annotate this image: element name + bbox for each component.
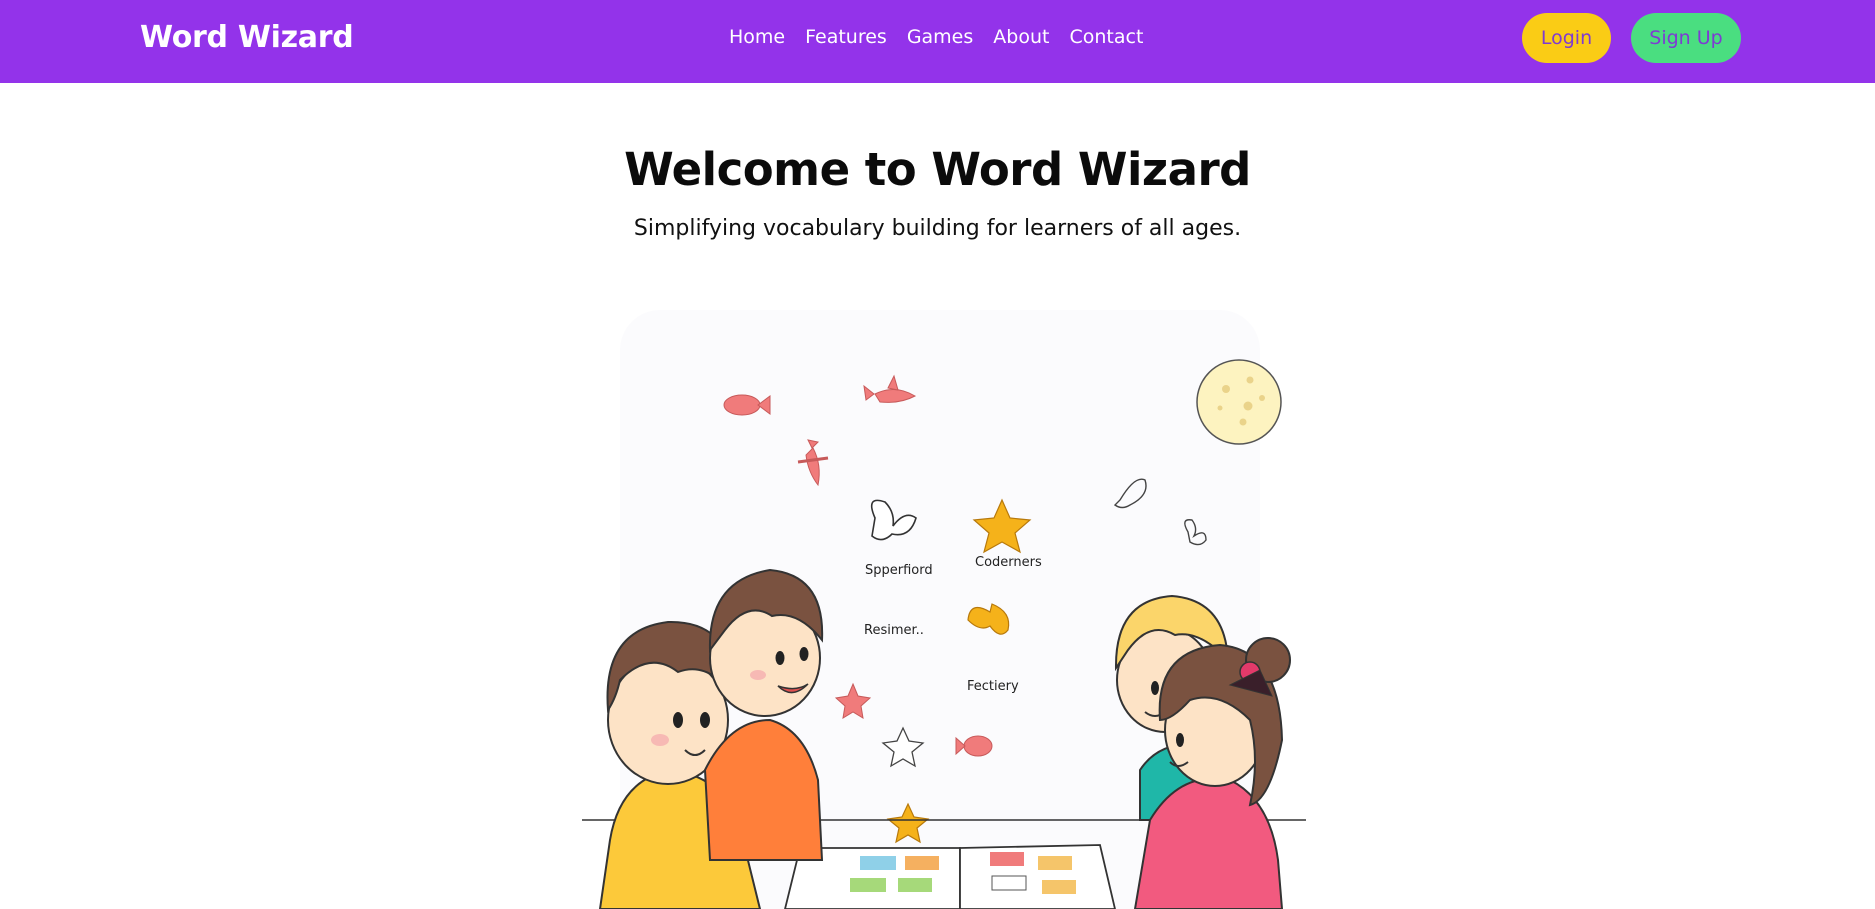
word-label: Fectiery: [967, 679, 1019, 694]
nav-contact[interactable]: Contact: [1069, 26, 1143, 48]
word-label: Spperfiord: [865, 563, 933, 578]
word-label: Resimer..: [864, 623, 924, 638]
open-book: [784, 844, 1116, 909]
nav-about[interactable]: About: [993, 26, 1049, 48]
login-button[interactable]: Login: [1522, 13, 1611, 63]
hero-title: Welcome to Word Wizard: [624, 143, 1251, 196]
nav-home[interactable]: Home: [729, 26, 785, 48]
kids-reading-illustration: Spperfiord Coderners Resimer.. Fectiery: [582, 310, 1306, 909]
hero-illustration: Spperfiord Coderners Resimer.. Fectiery: [560, 300, 1320, 909]
nav-features[interactable]: Features: [805, 26, 887, 48]
top-navbar: Word Wizard Home Features Games About Co…: [0, 0, 1875, 83]
nav-games[interactable]: Games: [907, 26, 973, 48]
signup-button[interactable]: Sign Up: [1631, 13, 1741, 63]
hero-subtitle: Simplifying vocabulary building for lear…: [633, 216, 1242, 241]
main-nav: Home Features Games About Contact: [729, 26, 1143, 48]
word-label: Coderners: [975, 555, 1042, 570]
moon-icon: [1196, 359, 1282, 445]
brand-logo[interactable]: Word Wizard: [140, 20, 354, 55]
